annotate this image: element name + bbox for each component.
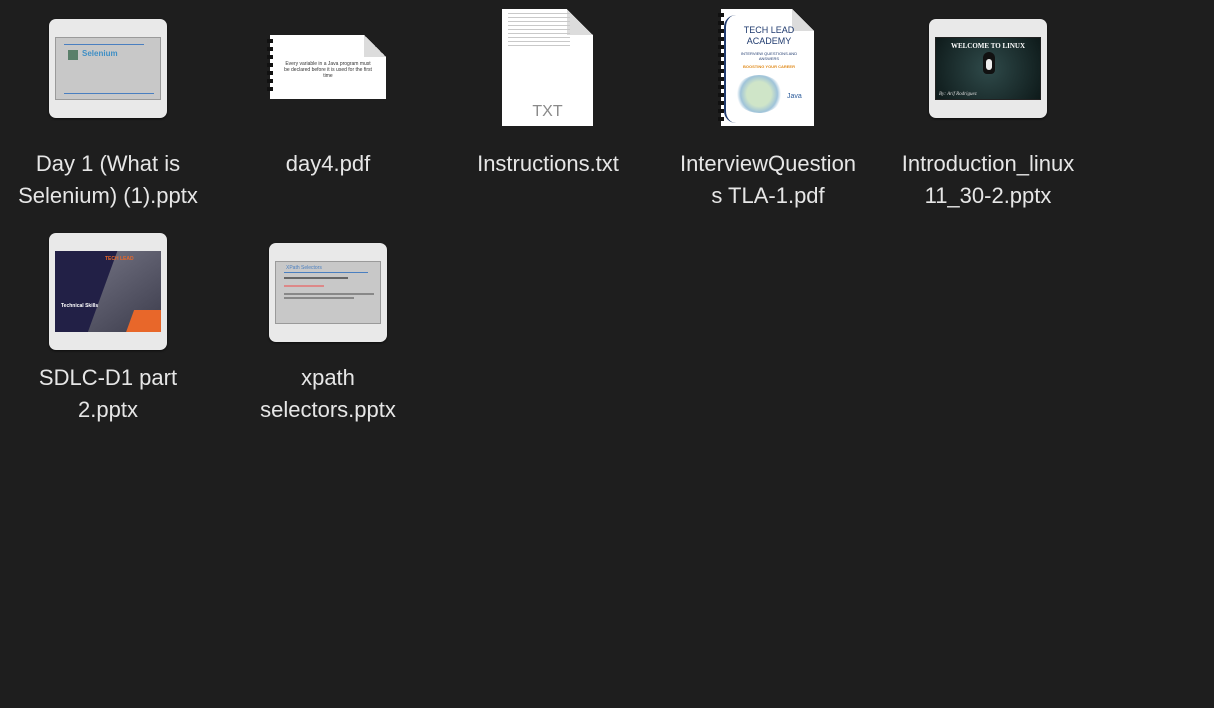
thumbnail-title: XPath Selectors: [286, 265, 322, 271]
file-thumbnail: XPath Selectors: [269, 243, 387, 342]
thumbnail-title: Technical Skills: [61, 303, 99, 309]
java-logo-icon: Java: [787, 93, 802, 100]
file-name: Day 1 (What is Selenium) (1).pptx: [18, 151, 198, 208]
file-name: Instructions.txt: [477, 151, 619, 176]
tux-icon: [983, 52, 995, 74]
file-item[interactable]: TECH LEAD Technical Skills SDLC-D1 part …: [0, 224, 218, 422]
file-name: InterviewQuestion s TLA-1.pdf: [679, 151, 857, 208]
file-item[interactable]: TECH LEAD ACADEMY INTERVIEW QUESTIONS AN…: [658, 9, 878, 208]
file-name: xpath selectors.pptx: [260, 365, 396, 422]
thumbnail-tagline: BOOSTING YOUR CAREER: [743, 64, 795, 69]
thumbnail-subtitle: INTERVIEW QUESTIONS AND ANSWERS: [740, 51, 798, 61]
file-item[interactable]: TXT Instructions.txt: [438, 9, 658, 176]
thumbnail-logo: TECH LEAD: [105, 256, 134, 262]
file-item[interactable]: WELCOME TO LINUX By: Arif Rodriguez Intr…: [878, 10, 1098, 208]
thumbnail-text: Every variable in a Java program must be…: [284, 61, 372, 79]
file-name: Introduction_linux 11_30-2.pptx: [901, 151, 1075, 208]
file-name: day4.pdf: [285, 151, 371, 176]
file-item[interactable]: Every variable in a Java program must be…: [218, 10, 438, 176]
file-type-badge: TXT: [532, 103, 563, 120]
file-item[interactable]: XPath Selectors xpath selectors.pptx: [218, 224, 438, 422]
thumbnail-author: By: Arif Rodriguez: [939, 92, 977, 97]
file-thumbnail: TECH LEAD ACADEMY INTERVIEW QUESTIONS AN…: [718, 9, 814, 126]
file-thumbnail: TECH LEAD Technical Skills: [49, 233, 167, 350]
file-item[interactable]: Selenium Day 1 (What is Selenium) (1).pp…: [0, 10, 218, 208]
spiral-binding: [267, 39, 273, 95]
thumbnail-title: WELCOME TO LINUX: [950, 42, 1026, 50]
thumbnail-title: Selenium: [82, 49, 118, 58]
file-thumbnail: Selenium: [49, 19, 167, 118]
file-thumbnail: WELCOME TO LINUX By: Arif Rodriguez: [929, 19, 1047, 118]
thumbnail-title: TECH LEAD ACADEMY: [743, 25, 795, 46]
file-thumbnail: Every variable in a Java program must be…: [267, 35, 386, 99]
file-name: SDLC-D1 part 2.pptx: [38, 365, 178, 422]
file-thumbnail: TXT: [502, 9, 593, 126]
